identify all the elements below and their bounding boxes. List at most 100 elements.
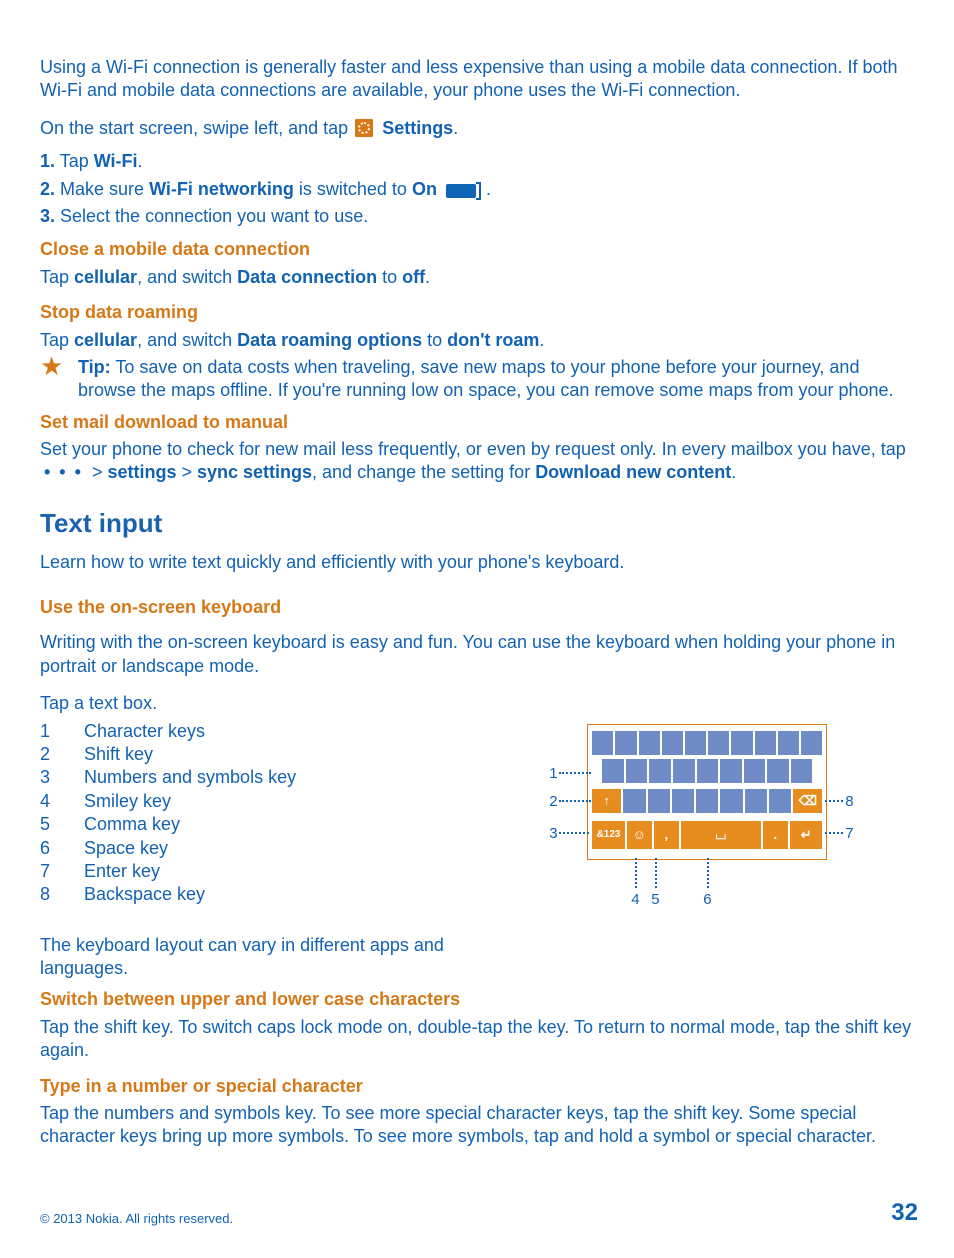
text: Set your phone to check for new mail les… <box>40 439 906 459</box>
step-number: 2. <box>40 179 55 199</box>
callout-2: 2 <box>549 792 557 812</box>
intro-paragraph-2: On the start screen, swipe left, and tap… <box>40 117 918 140</box>
page-footer: © 2013 Nokia. All rights reserved. 32 <box>40 1197 918 1228</box>
callout-4: 4 <box>631 890 639 910</box>
numbers-symbols-key-label: &123 <box>597 830 621 840</box>
legend-number: 6 <box>40 837 84 860</box>
legend-label: Enter key <box>84 860 160 883</box>
text: . <box>425 267 430 287</box>
list-item: 2Shift key <box>40 743 497 766</box>
settings-label: settings <box>107 462 176 482</box>
text: Select the connection you want to use. <box>55 206 368 226</box>
mail-manual-heading: Set mail download to manual <box>40 411 918 434</box>
more-icon: • • • <box>44 461 83 484</box>
legend-number: 8 <box>40 883 84 906</box>
step-number: 1. <box>40 151 55 171</box>
callout-7: 7 <box>845 824 853 844</box>
copyright-text: © 2013 Nokia. All rights reserved. <box>40 1211 233 1228</box>
text: . <box>486 179 491 199</box>
list-item: 1Character keys <box>40 720 497 743</box>
switch-case-text: Tap the shift key. To switch caps lock m… <box>40 1016 918 1063</box>
smiley-icon: ☺ <box>633 828 646 841</box>
text: Tap <box>40 267 74 287</box>
callout-3: 3 <box>549 824 557 844</box>
legend-label: Space key <box>84 837 168 860</box>
text: . <box>453 118 458 138</box>
data-roaming-options-label: Data roaming options <box>237 330 422 350</box>
settings-icon <box>355 119 373 137</box>
text: Tap <box>40 330 74 350</box>
text: Make sure <box>55 179 149 199</box>
text: to <box>422 330 447 350</box>
shift-icon: ↑ <box>604 794 611 807</box>
list-item: 7Enter key <box>40 860 497 883</box>
legend-number: 5 <box>40 813 84 836</box>
text: On the start screen, swipe left, and tap <box>40 118 353 138</box>
legend-label: Comma key <box>84 813 180 836</box>
text-input-intro: Learn how to write text quickly and effi… <box>40 551 918 574</box>
settings-label: Settings <box>382 118 453 138</box>
step-3: 3. Select the connection you want to use… <box>40 205 918 228</box>
legend-label: Smiley key <box>84 790 171 813</box>
legend-number: 3 <box>40 766 84 789</box>
backspace-icon: ⌫ <box>799 794 817 807</box>
text: > <box>92 462 108 482</box>
callout-6: 6 <box>703 890 711 910</box>
close-data-heading: Close a mobile data connection <box>40 238 918 261</box>
legend-label: Numbers and symbols key <box>84 766 296 789</box>
legend-number: 2 <box>40 743 84 766</box>
page: Using a Wi-Fi connection is generally fa… <box>0 0 954 1258</box>
text: . <box>539 330 544 350</box>
wifi-networking-label: Wi-Fi networking <box>149 179 294 199</box>
step-number: 3. <box>40 206 55 226</box>
toggle-on-icon <box>446 182 481 200</box>
tap-text-box: Tap a text box. <box>40 692 918 715</box>
callout-1: 1 <box>549 764 557 784</box>
text: . <box>731 462 736 482</box>
text-input-heading: Text input <box>40 507 918 541</box>
tip-label: Tip: <box>78 357 111 377</box>
use-keyboard-heading: Use the on-screen keyboard <box>40 596 918 619</box>
keyboard-layout-note: The keyboard layout can vary in differen… <box>40 934 497 981</box>
cellular-label: cellular <box>74 267 137 287</box>
tip-block: ★ Tip: To save on data costs when travel… <box>40 356 918 403</box>
text: > <box>176 462 197 482</box>
text: . <box>138 151 143 171</box>
step-2: 2. Make sure Wi-Fi networking is switche… <box>40 178 918 201</box>
text: , and switch <box>137 267 237 287</box>
type-special-text: Tap the numbers and symbols key. To see … <box>40 1102 918 1149</box>
period-key-label: . <box>773 828 777 841</box>
keyboard-diagram: ↑ ⌫ &123 ☺ , ⌴ . ↵ 1 <box>547 724 867 934</box>
on-label: On <box>412 179 442 199</box>
legend-number: 7 <box>40 860 84 883</box>
keyboard-legend: 1Character keys 2Shift key 3Numbers and … <box>40 720 497 907</box>
wifi-label: Wi-Fi <box>94 151 138 171</box>
legend-label: Shift key <box>84 743 153 766</box>
cellular-label: cellular <box>74 330 137 350</box>
mail-manual-text: Set your phone to check for new mail les… <box>40 438 918 485</box>
data-connection-label: Data connection <box>237 267 377 287</box>
list-item: 5Comma key <box>40 813 497 836</box>
close-data-text: Tap cellular, and switch Data connection… <box>40 266 918 289</box>
tip-text: Tip: To save on data costs when travelin… <box>78 356 918 403</box>
text: , and change the setting for <box>312 462 535 482</box>
legend-number: 1 <box>40 720 84 743</box>
download-new-content-label: Download new content <box>535 462 731 482</box>
off-label: off <box>402 267 425 287</box>
text: to <box>377 267 402 287</box>
dont-roam-label: don't roam <box>447 330 539 350</box>
intro-paragraph-1: Using a Wi-Fi connection is generally fa… <box>40 56 918 103</box>
legend-number: 4 <box>40 790 84 813</box>
page-number: 32 <box>891 1197 918 1228</box>
star-icon: ★ <box>40 354 66 378</box>
text: To save on data costs when traveling, sa… <box>78 357 894 400</box>
text: is switched to <box>294 179 412 199</box>
step-1: 1. Tap Wi-Fi. <box>40 150 918 173</box>
switch-case-heading: Switch between upper and lower case char… <box>40 988 918 1011</box>
text: , and switch <box>137 330 237 350</box>
comma-key-label: , <box>664 828 668 841</box>
type-special-heading: Type in a number or special character <box>40 1075 918 1098</box>
callout-5: 5 <box>651 890 659 910</box>
use-keyboard-text: Writing with the on-screen keyboard is e… <box>40 631 918 678</box>
sync-settings-label: sync settings <box>197 462 312 482</box>
